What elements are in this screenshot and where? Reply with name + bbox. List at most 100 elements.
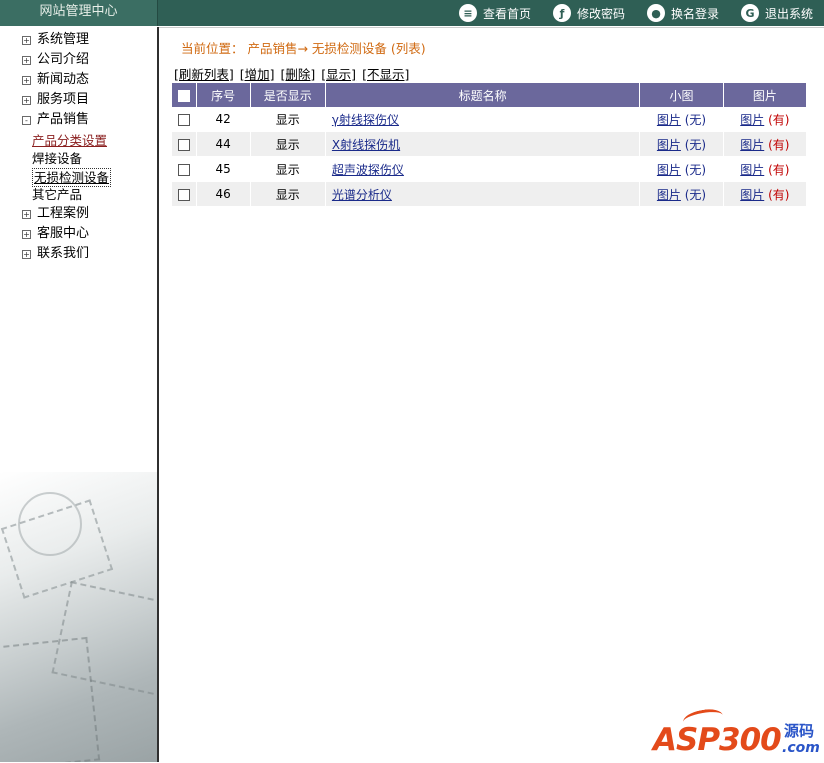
sidebar-item-services[interactable]: + 服务项目 bbox=[22, 91, 89, 109]
collapse-icon: - bbox=[22, 115, 31, 125]
row-thumb-status: (无) bbox=[684, 187, 707, 202]
sidebar-item-label: 工程案例 bbox=[37, 206, 90, 221]
sidebar-item-label: 服务项目 bbox=[37, 92, 90, 107]
row-thumb-link[interactable]: 图片 bbox=[657, 113, 681, 127]
view-homepage-link[interactable]: ≡ 查看首页 bbox=[459, 2, 531, 24]
delete-link[interactable]: [删除] bbox=[281, 67, 316, 82]
sidebar-item-label: 系统管理 bbox=[37, 32, 90, 47]
logo-yuan: 源码 bbox=[784, 722, 815, 740]
logo-com: .com bbox=[782, 740, 820, 756]
sidebar-item-contact[interactable]: + 联系我们 bbox=[22, 245, 89, 263]
row-thumb-link[interactable]: 图片 bbox=[657, 138, 681, 152]
decorative-stamp-image bbox=[0, 472, 157, 762]
row-thumb-status: (无) bbox=[684, 162, 707, 177]
expand-icon: + bbox=[22, 35, 31, 45]
sidebar-item-label: 产品销售 bbox=[37, 112, 90, 127]
row-image-link[interactable]: 图片 bbox=[740, 163, 764, 177]
sidebar-item-news[interactable]: + 新闻动态 bbox=[22, 71, 89, 89]
expand-icon: + bbox=[22, 229, 31, 239]
change-password-label: 修改密码 bbox=[577, 6, 626, 21]
row-image-link[interactable]: 图片 bbox=[740, 113, 764, 127]
table-row: 44 显示 X射线探伤机 图片 (无) 图片 (有) bbox=[172, 132, 807, 157]
switch-login-link[interactable]: ● 换名登录 bbox=[647, 2, 719, 24]
sidebar-subitem-other[interactable]: 其它产品 bbox=[32, 186, 82, 203]
breadcrumb: 当前位置： 产品销售→ 无损检测设备 (列表) bbox=[181, 41, 426, 56]
row-title-link[interactable]: 超声波探伤仪 bbox=[332, 163, 404, 177]
row-checkbox[interactable] bbox=[177, 163, 190, 176]
row-id: 42 bbox=[196, 107, 251, 132]
row-id: 46 bbox=[196, 182, 251, 207]
row-image-status: (有) bbox=[768, 187, 790, 202]
select-all-checkbox[interactable] bbox=[177, 89, 190, 102]
exit-icon: G bbox=[741, 4, 759, 22]
top-bar: 网站管理中心 ≡ 查看首页 ƒ 修改密码 ● 换名登录 G 退出系统 bbox=[0, 0, 824, 26]
row-image-status: (有) bbox=[768, 137, 790, 152]
switch-login-label: 换名登录 bbox=[671, 6, 720, 21]
sidebar-item-company[interactable]: + 公司介绍 bbox=[22, 51, 89, 69]
view-homepage-label: 查看首页 bbox=[483, 6, 532, 21]
row-thumb-status: (无) bbox=[684, 112, 707, 127]
row-image-link[interactable]: 图片 bbox=[740, 138, 764, 152]
sidebar-item-system[interactable]: + 系统管理 bbox=[22, 31, 89, 49]
expand-icon: + bbox=[22, 95, 31, 105]
row-checkbox[interactable] bbox=[177, 138, 190, 151]
sidebar-item-label: 公司介绍 bbox=[37, 52, 90, 67]
row-title-link[interactable]: 光谱分析仪 bbox=[332, 188, 392, 202]
col-id: 序号 bbox=[196, 83, 251, 107]
key-icon: ƒ bbox=[553, 4, 571, 22]
row-id: 44 bbox=[196, 132, 251, 157]
add-link[interactable]: [增加] bbox=[240, 67, 275, 82]
row-visible: 显示 bbox=[250, 182, 326, 207]
show-link[interactable]: [显示] bbox=[321, 67, 356, 82]
expand-icon: + bbox=[22, 55, 31, 65]
sidebar-item-label: 新闻动态 bbox=[37, 72, 90, 87]
main-content: 当前位置： 产品销售→ 无损检测设备 (列表) [刷新列表] [增加] [删除] [显… bbox=[159, 27, 824, 763]
table-row: 42 显示 γ射线探伤仪 图片 (无) 图片 (有) bbox=[172, 107, 807, 132]
row-image-status: (有) bbox=[768, 162, 790, 177]
sidebar-item-label: 联系我们 bbox=[37, 246, 90, 261]
action-bar: [刷新列表] [增加] [删除] [显示] [不显示] bbox=[174, 64, 415, 83]
row-image-status: (有) bbox=[768, 112, 790, 127]
logout-label: 退出系统 bbox=[765, 6, 814, 21]
row-thumb-link[interactable]: 图片 bbox=[657, 188, 681, 202]
sidebar-item-support[interactable]: + 客服中心 bbox=[22, 225, 89, 243]
logo-text: ASP300 bbox=[653, 722, 782, 758]
row-id: 45 bbox=[196, 157, 251, 182]
row-title-link[interactable]: γ射线探伤仪 bbox=[332, 113, 399, 127]
change-password-link[interactable]: ƒ 修改密码 bbox=[553, 2, 625, 24]
expand-icon: + bbox=[22, 209, 31, 219]
col-title: 标题名称 bbox=[325, 83, 641, 107]
row-title-link[interactable]: X射线探伤机 bbox=[332, 138, 400, 152]
sidebar-subitem-ndt[interactable]: 无损检测设备 bbox=[32, 168, 112, 187]
row-visible: 显示 bbox=[250, 107, 326, 132]
sidebar-item-projects[interactable]: + 工程案例 bbox=[22, 205, 89, 223]
row-checkbox[interactable] bbox=[177, 188, 190, 201]
row-thumb-status: (无) bbox=[684, 137, 707, 152]
sidebar-item-products[interactable]: - 产品销售 bbox=[22, 111, 89, 129]
hide-link[interactable]: [不显示] bbox=[362, 67, 409, 82]
row-checkbox[interactable] bbox=[177, 113, 190, 126]
product-table: 序号 是否显示 标题名称 小图 图片 42 显示 γ射线探伤仪 图片 (无) 图… bbox=[172, 83, 807, 207]
sidebar-subitem-category-settings[interactable]: 产品分类设置 bbox=[32, 132, 107, 149]
site-brand: 网站管理中心 bbox=[0, 0, 158, 26]
user-icon: ● bbox=[647, 4, 665, 22]
table-row: 45 显示 超声波探伤仪 图片 (无) 图片 (有) bbox=[172, 157, 807, 182]
sidebar: + 系统管理 + 公司介绍 + 新闻动态 + 服务项目 - 产品销售 产品分类设… bbox=[0, 27, 159, 762]
select-all-header[interactable] bbox=[172, 83, 197, 107]
refresh-list-link[interactable]: [刷新列表] bbox=[174, 67, 234, 82]
row-image-link[interactable]: 图片 bbox=[740, 188, 764, 202]
asp300-logo: ASP300 源码 .com bbox=[653, 706, 821, 762]
col-image: 图片 bbox=[723, 83, 807, 107]
sidebar-subitem-welding[interactable]: 焊接设备 bbox=[32, 150, 82, 167]
row-visible: 显示 bbox=[250, 157, 326, 182]
col-visible: 是否显示 bbox=[250, 83, 326, 107]
row-thumb-link[interactable]: 图片 bbox=[657, 163, 681, 177]
table-header-row: 序号 是否显示 标题名称 小图 图片 bbox=[172, 83, 807, 107]
table-row: 46 显示 光谱分析仪 图片 (无) 图片 (有) bbox=[172, 182, 807, 207]
logout-link[interactable]: G 退出系统 bbox=[741, 2, 813, 24]
expand-icon: + bbox=[22, 249, 31, 259]
row-visible: 显示 bbox=[250, 132, 326, 157]
document-icon: ≡ bbox=[459, 4, 477, 22]
sidebar-item-label: 客服中心 bbox=[37, 226, 90, 241]
col-thumb: 小图 bbox=[640, 83, 724, 107]
